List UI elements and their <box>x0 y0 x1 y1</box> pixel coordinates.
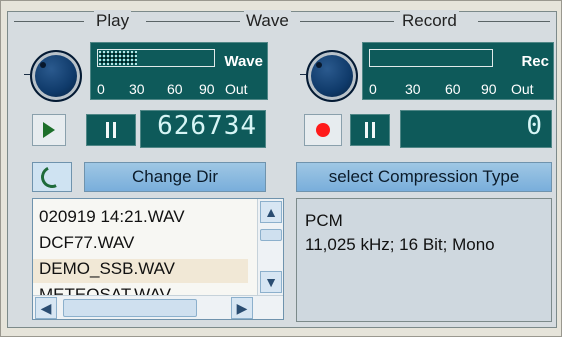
scale-90: 90 <box>199 81 215 97</box>
select-compression-button[interactable]: select Compression Type <box>296 162 552 192</box>
record-meter-tag: Rec <box>521 53 549 70</box>
file-item-selected[interactable]: DEMO_SSB.WAV <box>33 259 248 283</box>
legend-line-mid-left <box>146 21 240 22</box>
play-position-counter: 626734 <box>140 110 266 148</box>
record-button[interactable] <box>304 114 342 146</box>
file-list-horizontal-scrollbar[interactable]: ◀ ▶ <box>33 295 283 319</box>
knob-tick <box>300 74 306 75</box>
record-pause-button[interactable] <box>350 114 390 146</box>
scale-out: Out <box>225 81 248 97</box>
legend-record: Record <box>400 10 459 32</box>
compression-format: PCM <box>305 211 343 230</box>
scale-0: 0 <box>369 81 377 97</box>
file-item[interactable]: 020919 14:21.WAV <box>39 207 185 231</box>
record-level-meter: Rec 0 30 60 90 Out <box>362 42 554 100</box>
scale-30: 30 <box>129 81 145 97</box>
play-pause-button[interactable] <box>86 114 136 146</box>
scale-90: 90 <box>481 81 497 97</box>
legend-line-right <box>478 21 550 22</box>
play-volume-knob[interactable] <box>24 50 82 102</box>
scroll-down-button[interactable]: ▼ <box>260 271 282 293</box>
panel-legend: Play Wave Record <box>8 10 556 32</box>
knob-tick <box>24 74 30 75</box>
file-item[interactable]: DCF77.WAV <box>39 233 134 257</box>
file-listbox[interactable]: 020919 14:21.WAV DCF77.WAV DEMO_SSB.WAV … <box>32 198 284 320</box>
change-dir-button[interactable]: Change Dir <box>84 162 266 192</box>
play-level-fill <box>99 51 137 65</box>
play-icon <box>43 122 55 138</box>
pause-icon <box>365 122 375 138</box>
window-frame: Play Wave Record Wave 0 30 60 90 Out 626… <box>0 0 562 337</box>
record-counter: 0 <box>400 110 552 148</box>
legend-play: Play <box>94 10 132 32</box>
scale-30: 30 <box>405 81 421 97</box>
horizontal-scroll-thumb[interactable] <box>63 299 197 317</box>
record-icon <box>316 123 330 137</box>
scroll-right-button[interactable]: ▶ <box>231 297 253 319</box>
play-button[interactable] <box>32 114 66 146</box>
scroll-up-button[interactable]: ▲ <box>260 201 282 223</box>
scale-60: 60 <box>445 81 461 97</box>
scale-0: 0 <box>97 81 105 97</box>
audio-panel: Play Wave Record Wave 0 30 60 90 Out 626… <box>7 10 557 328</box>
scale-60: 60 <box>167 81 183 97</box>
legend-wave: Wave <box>244 10 291 32</box>
compression-info-panel: PCM 11,025 kHz; 16 Bit; Mono <box>296 198 552 322</box>
refresh-button[interactable] <box>32 162 72 192</box>
pause-icon <box>106 122 116 138</box>
record-level-bar <box>369 49 493 67</box>
play-level-meter: Wave 0 30 60 90 Out <box>90 42 268 100</box>
refresh-icon <box>37 162 67 192</box>
record-volume-knob[interactable] <box>300 50 358 102</box>
vertical-scroll-thumb[interactable] <box>260 229 282 241</box>
scale-out: Out <box>511 81 534 97</box>
play-level-bar <box>97 49 215 67</box>
legend-line-left <box>14 21 84 22</box>
legend-line-mid-right <box>300 21 394 22</box>
compression-details: 11,025 kHz; 16 Bit; Mono <box>305 235 495 254</box>
play-meter-tag: Wave <box>224 53 263 70</box>
scroll-left-button[interactable]: ◀ <box>35 297 57 319</box>
